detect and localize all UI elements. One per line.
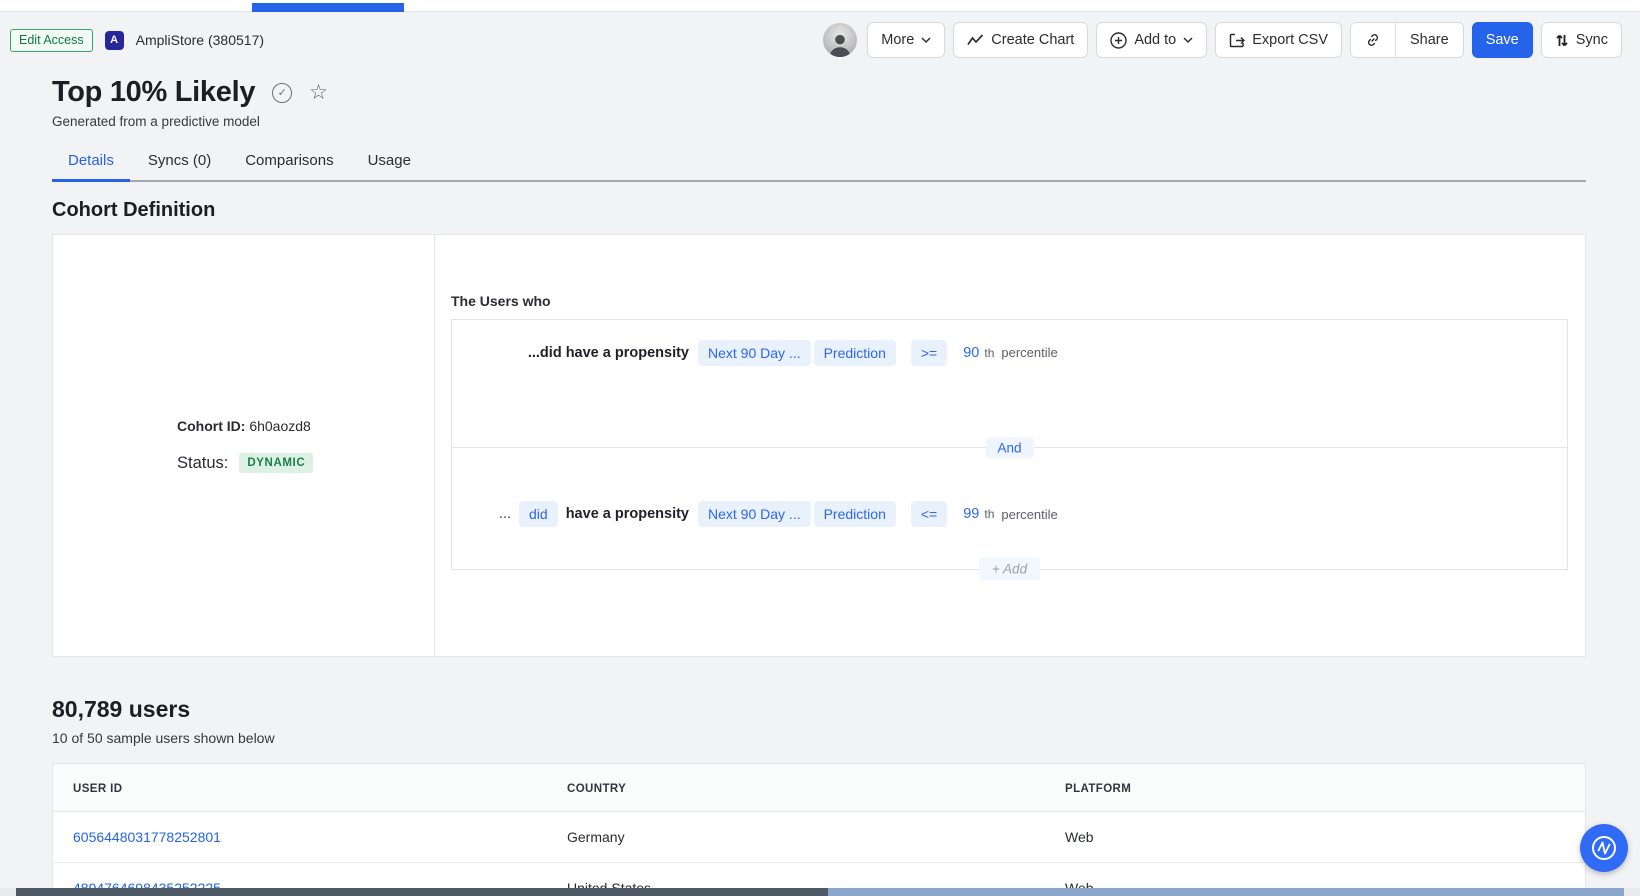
sync-arrows-icon [1555,33,1569,48]
column-header-country[interactable]: COUNTRY [547,764,1045,812]
page-subtitle: Generated from a predictive model [52,114,1640,129]
condition-1-lead: ...did have a propensity [528,345,689,361]
workspace-avatar[interactable]: A [105,31,124,50]
tab-syncs[interactable]: Syncs (0) [132,146,227,180]
scrollbar-track-segment[interactable] [828,888,1624,896]
favorite-star-icon[interactable]: ☆ [309,82,328,103]
browser-tab-strip [0,0,1640,12]
percentile-suffix: percentile [1001,345,1057,360]
status-badge: DYNAMIC [239,453,313,473]
amplitude-pulse-icon [1589,833,1619,863]
add-to-label: Add to [1134,32,1176,48]
cohort-id-value: 6h0aozd8 [249,418,311,434]
property-type-pill[interactable]: Prediction [814,501,896,527]
condition-2-lead: have a propensity [566,506,689,522]
header-bar: Edit Access A AmpliStore (380517) More C… [0,12,1640,68]
column-header-user-id[interactable]: USER ID [53,764,547,812]
sync-button[interactable]: Sync [1541,22,1622,58]
tab-usage[interactable]: Usage [352,146,427,180]
user-count-subtitle: 10 of 50 sample users shown below [52,730,1640,746]
user-id-link[interactable]: 6056448031778252801 [73,829,221,845]
title-block: Top 10% Likely ✓ ☆ Generated from a pred… [0,68,1640,129]
assistant-fab-button[interactable] [1580,824,1628,872]
property-pill[interactable]: Next 90 Day ... [698,340,811,366]
add-condition-button[interactable]: + Add [979,558,1040,581]
cohort-status-line: Status: DYNAMIC [177,453,434,473]
more-label: More [881,32,914,48]
share-button-group: Share [1350,22,1464,58]
chevron-down-icon [921,37,931,44]
more-button[interactable]: More [867,22,945,58]
verified-check-icon[interactable]: ✓ [272,83,292,103]
property-pill[interactable]: Next 90 Day ... [698,501,811,527]
export-csv-button[interactable]: Export CSV [1215,22,1342,58]
active-tab-indicator [252,3,404,12]
column-header-platform[interactable]: PLATFORM [1045,764,1585,812]
tab-details[interactable]: Details [52,146,130,180]
platform-cell: Web [1045,812,1585,863]
sample-users-table-card: USER ID COUNTRY PLATFORM 605644803177825… [52,763,1586,896]
create-chart-button[interactable]: Create Chart [953,22,1088,58]
create-chart-label: Create Chart [991,32,1074,48]
person-silhouette-icon [827,31,853,57]
status-label: Status: [177,454,228,473]
cohort-id-label: Cohort ID: [177,418,245,434]
copy-link-button[interactable] [1351,23,1395,57]
and-connector-pill[interactable]: And [985,438,1033,459]
chevron-down-icon [1183,37,1193,44]
plus-circle-icon [1110,32,1127,49]
cohort-meta-panel: Cohort ID: 6h0aozd8 Status: DYNAMIC [53,235,435,656]
sync-label: Sync [1576,32,1608,48]
share-button[interactable]: Share [1395,23,1463,57]
table-row: 6056448031778252801 Germany Web [53,812,1585,863]
tab-comparisons[interactable]: Comparisons [229,146,349,180]
header-left: Edit Access A AmpliStore (380517) [10,29,264,52]
section-title-cohort-definition: Cohort Definition [52,199,1640,222]
scrollbar-thumb[interactable] [16,888,828,896]
add-to-button[interactable]: Add to [1096,22,1207,58]
horizontal-scrollbar [0,888,1640,896]
operator-pill[interactable]: <= [911,501,947,527]
percentile-suffix: percentile [1001,507,1057,522]
export-csv-label: Export CSV [1252,32,1328,48]
condition-row-1: ...did have a propensity Next 90 Day ...… [452,320,1567,448]
page-title: Top 10% Likely [52,76,255,109]
percentile-unit: th [984,346,994,360]
workspace-name[interactable]: AmpliStore (380517) [136,32,264,48]
condition-box: ...did have a propensity Next 90 Day ...… [451,319,1568,570]
cohort-id-line: Cohort ID: 6h0aozd8 [177,418,434,434]
condition-2-ellipsis: ... [499,506,511,522]
sample-users-table: USER ID COUNTRY PLATFORM 605644803177825… [53,764,1585,896]
page: Edit Access A AmpliStore (380517) More C… [0,0,1640,896]
edit-access-badge[interactable]: Edit Access [10,29,93,52]
link-icon [1365,32,1381,48]
save-button[interactable]: Save [1472,22,1533,58]
user-avatar[interactable] [823,23,857,57]
header-toolbar: More Create Chart Add to Export CSV [823,22,1622,58]
tab-bar: Details Syncs (0) Comparisons Usage [52,146,1586,182]
country-cell: Germany [547,812,1045,863]
percentile-value[interactable]: 99 [963,506,979,522]
did-pill[interactable]: did [519,501,558,527]
cohort-definition-panel: The Users who ...did have a propensity N… [435,235,1585,656]
condition-row-2: ... did have a propensity Next 90 Day ..… [452,448,1567,570]
percentile-value[interactable]: 90 [963,345,979,361]
percentile-unit: th [984,507,994,521]
table-header-row: USER ID COUNTRY PLATFORM [53,764,1585,812]
cohort-definition-card: Cohort ID: 6h0aozd8 Status: DYNAMIC The … [52,234,1586,657]
property-type-pill[interactable]: Prediction [814,340,896,366]
definition-prefix: The Users who [451,293,1568,309]
line-chart-icon [967,34,984,46]
export-icon [1229,33,1245,48]
share-label: Share [1410,32,1449,48]
operator-pill[interactable]: >= [911,340,947,366]
user-count-title: 80,789 users [52,696,1640,723]
